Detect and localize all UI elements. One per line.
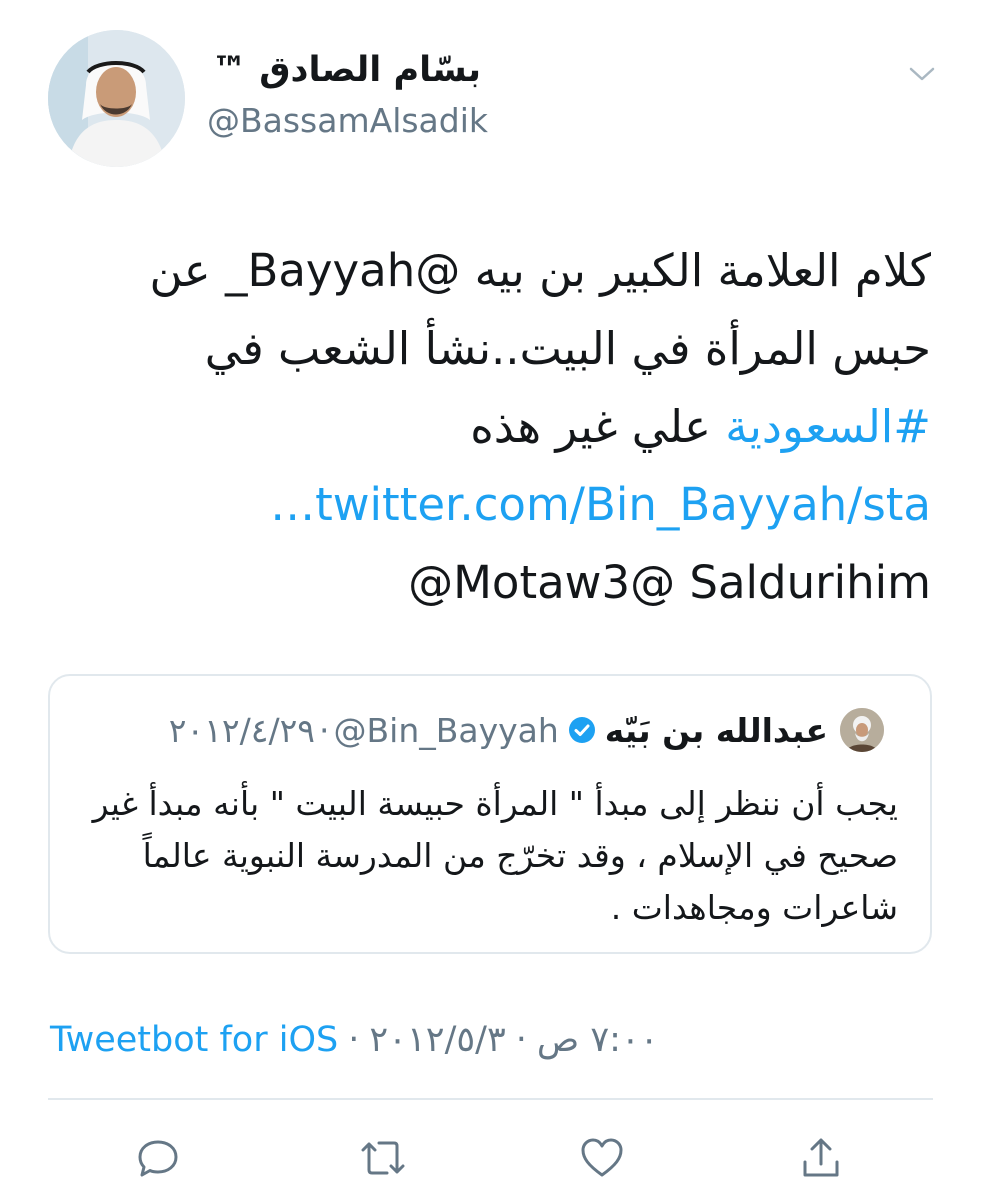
tweet-text-fragment: علي غير هذه <box>470 400 726 453</box>
url-link[interactable]: twitter.com/Bin_Bayyah/sta… <box>40 466 931 544</box>
author-handle[interactable]: @BassamAlsadik <box>207 101 488 140</box>
quoted-tweet-card[interactable]: عبدالله بن بَيّه @Bin_Bayyah · ٢٠١٢/٤/٢٩… <box>48 674 932 954</box>
tweet-line: كلام العلامة الكبير بن بيه @Bayyah_ عن <box>149 244 931 297</box>
author-avatar[interactable] <box>48 30 185 167</box>
quoted-separator: · <box>319 710 330 750</box>
quoted-date: ٢٠١٢/٤/٢٩ <box>168 710 316 750</box>
mentions-line[interactable]: Motaw3@ Saldurihim@ <box>40 544 931 622</box>
heart-icon[interactable] <box>578 1134 626 1182</box>
tweet-meta: Tweetbot for iOS · ٢٠١٢/٥/٣ · ٧:٠٠ ص <box>50 1020 659 1060</box>
retweet-icon[interactable] <box>359 1134 407 1182</box>
author-display-name[interactable]: بسّام الصادق ™ <box>212 50 481 90</box>
reply-icon[interactable] <box>134 1134 182 1182</box>
chevron-down-icon[interactable] <box>905 60 939 88</box>
meta-separator: · <box>348 1020 360 1060</box>
quoted-handle: @Bin_Bayyah <box>333 710 559 750</box>
quoted-display-name: عبدالله بن بَيّه <box>604 710 828 750</box>
hashtag-link[interactable]: #السعودية <box>725 400 931 453</box>
tweet-date: ٢٠١٢/٥/٣ <box>369 1020 506 1060</box>
tweet-line: حبس المرأة في البيت..نشأ الشعب في <box>204 322 931 375</box>
quoted-tweet-header: عبدالله بن بَيّه @Bin_Bayyah · ٢٠١٢/٤/٢٩ <box>169 708 884 752</box>
tweet-time: ٧:٠٠ ص <box>536 1020 659 1060</box>
quoted-tweet-text: يجب أن ننظر إلى مبدأ " المرأة حبيسة البي… <box>92 784 898 927</box>
share-icon[interactable] <box>797 1134 845 1182</box>
verified-badge-icon <box>568 717 595 743</box>
tweet-body: كلام العلامة الكبير بن بيه @Bayyah_ عن ح… <box>40 232 931 622</box>
quoted-author-avatar <box>840 708 884 752</box>
tweet-line: #السعودية علي غير هذه <box>40 388 931 466</box>
source-link[interactable]: Tweetbot for iOS <box>50 1020 338 1060</box>
divider <box>48 1098 933 1100</box>
meta-separator: · <box>515 1020 527 1060</box>
